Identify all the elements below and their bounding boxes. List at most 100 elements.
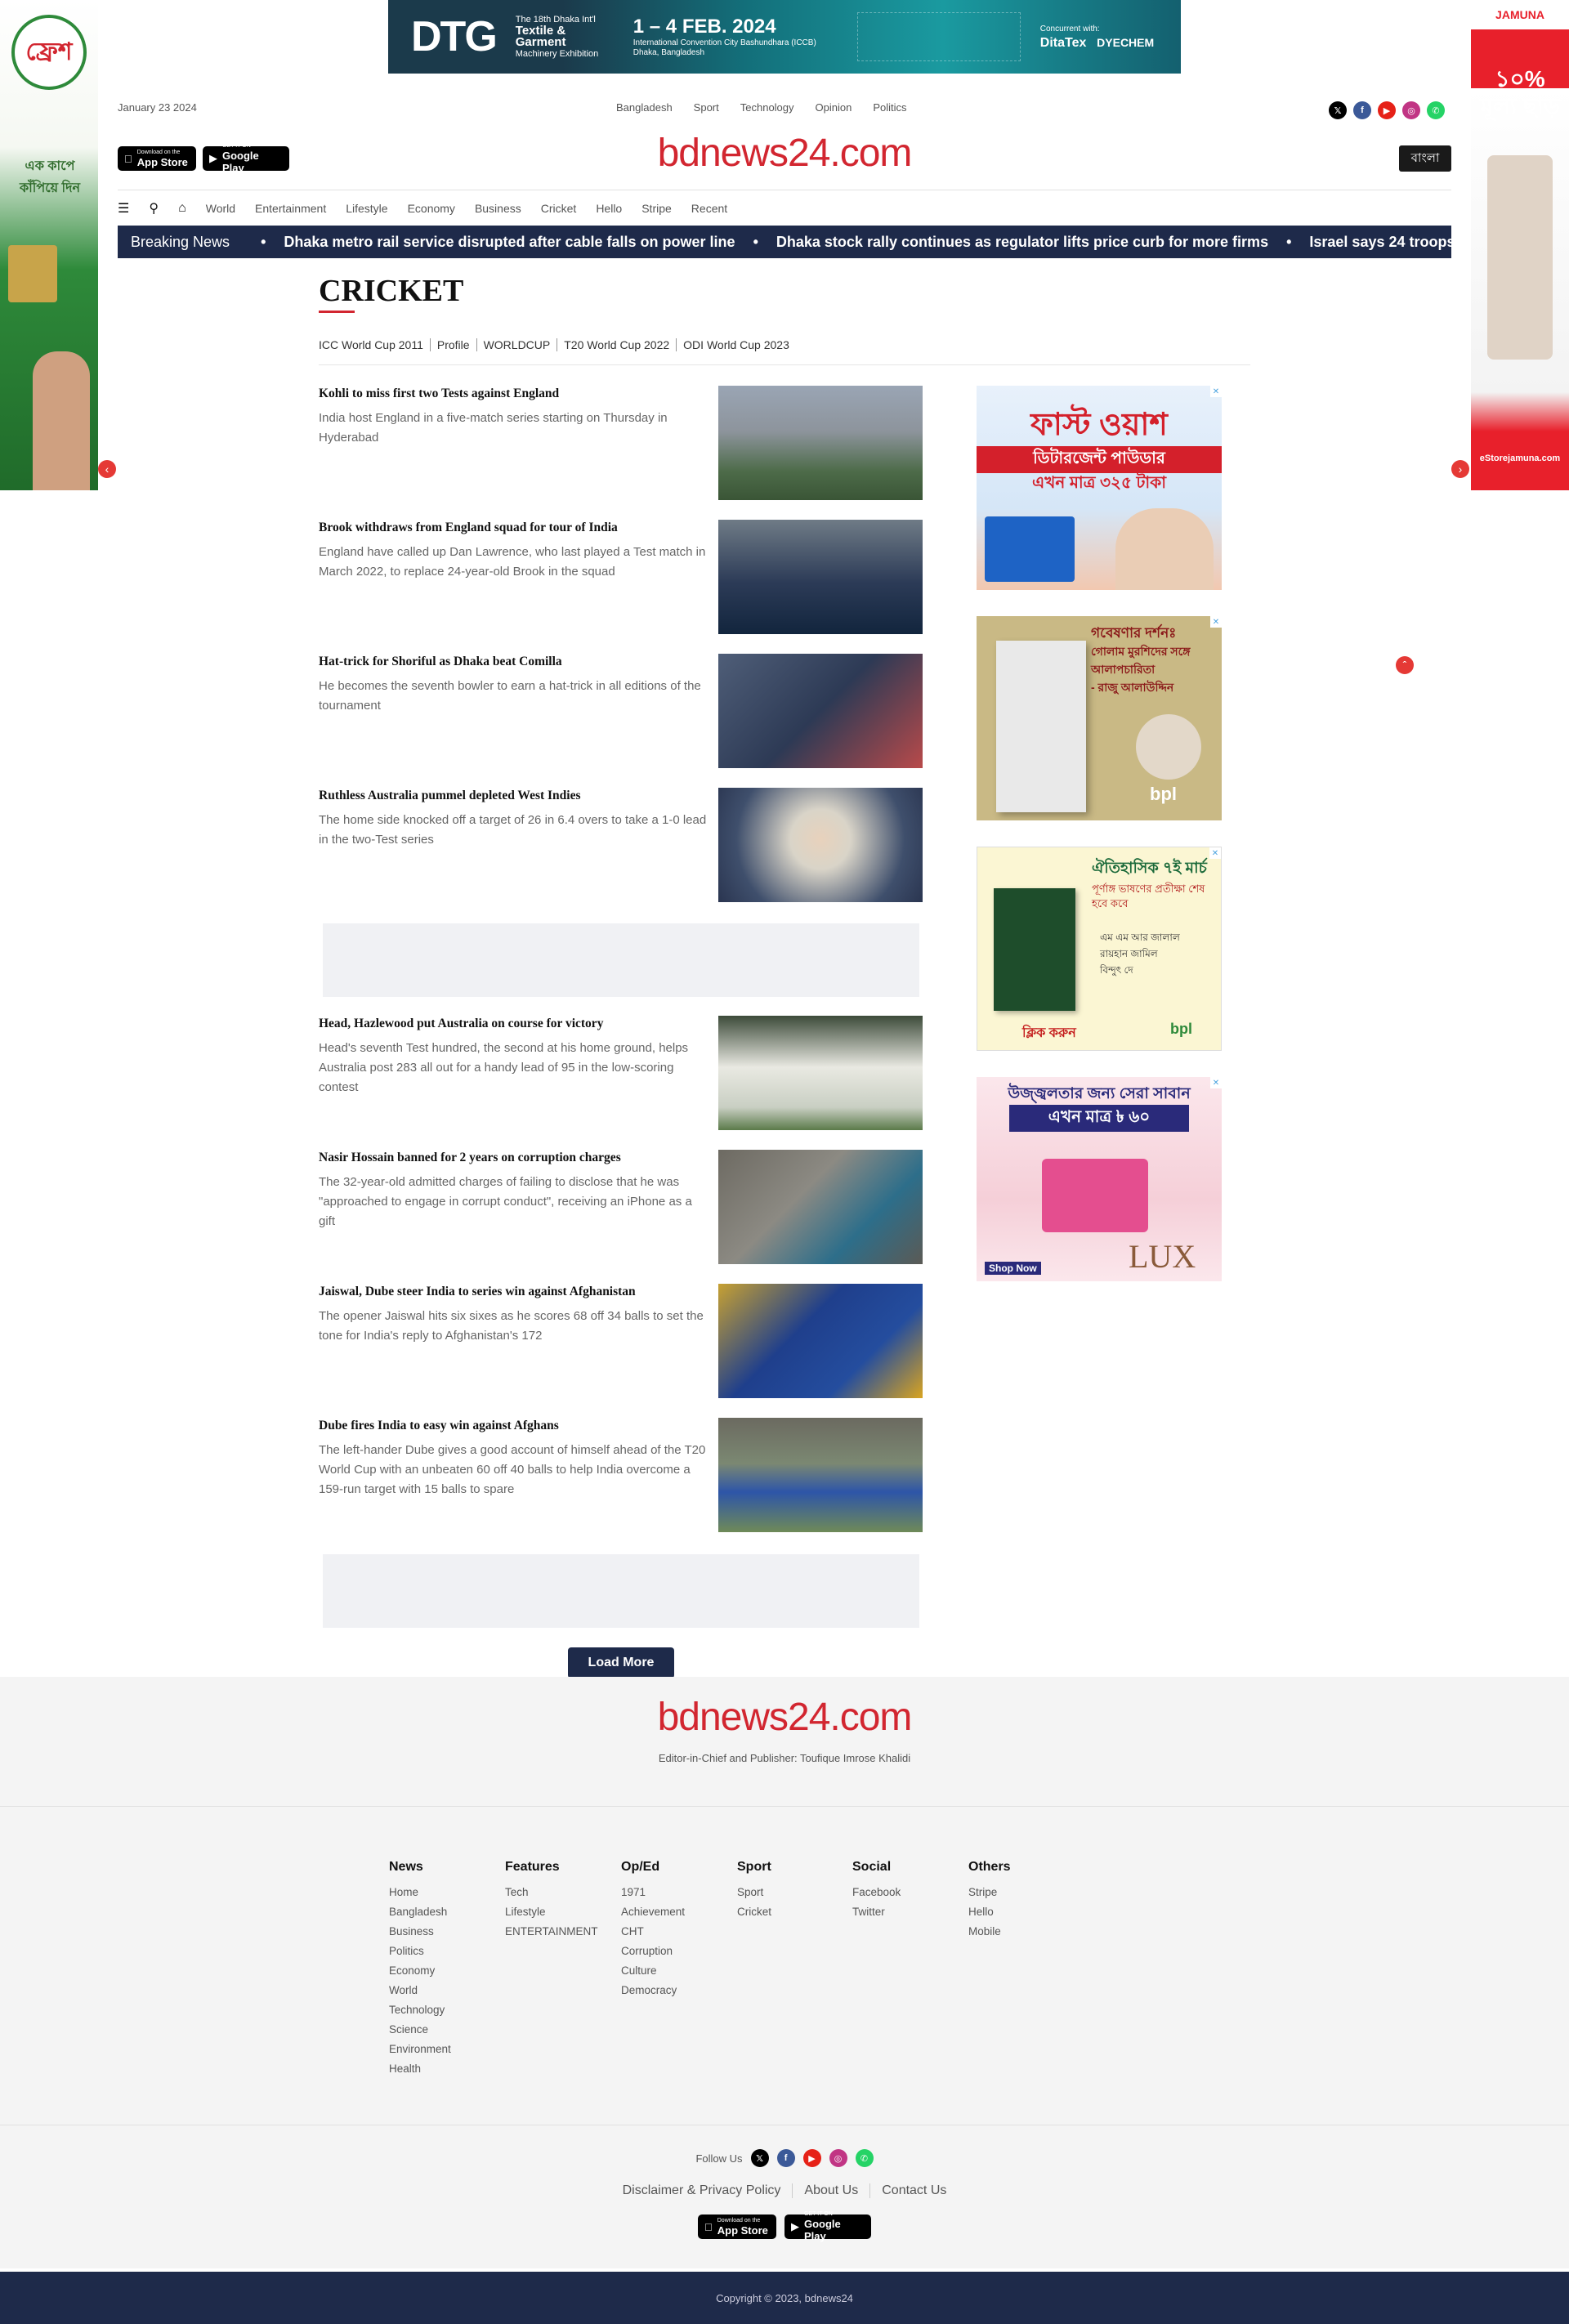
- sidebar-ad-book-2[interactable]: ✕ ঐতিহাসিক ৭ই মার্চ পূর্ণাঙ্গ ভাষণের প্র…: [977, 847, 1222, 1051]
- footer-link[interactable]: Culture: [621, 1961, 685, 1981]
- article-thumbnail[interactable]: [718, 1284, 923, 1398]
- right-side-ad[interactable]: JAMUNA ১০% মূল্য ছাড় eStorejamuna.com: [1471, 0, 1569, 490]
- contact-us-link[interactable]: Contact Us: [869, 2183, 958, 2198]
- tab-icc-world-cup-2011[interactable]: ICC World Cup 2011: [319, 338, 430, 351]
- ad-cta[interactable]: ক্লিক করুন: [1022, 1022, 1076, 1044]
- language-toggle-button[interactable]: বাংলা: [1399, 145, 1451, 172]
- whatsapp-icon[interactable]: ✆: [855, 2149, 874, 2167]
- disclaimer-link[interactable]: Disclaimer & Privacy Policy: [611, 2183, 793, 2198]
- footer-link[interactable]: Democracy: [621, 1981, 685, 2000]
- left-side-ad[interactable]: ফ্রেশ এক কাপে কাঁপিয়ে দিন: [0, 0, 98, 490]
- tab-profile[interactable]: Profile: [429, 338, 476, 351]
- article-thumbnail[interactable]: [718, 1150, 923, 1264]
- article-thumbnail[interactable]: [718, 1418, 923, 1532]
- footer-link[interactable]: Business: [389, 1922, 451, 1942]
- footer-link[interactable]: Tech: [505, 1883, 598, 1902]
- right-ad-close-icon[interactable]: ›: [1451, 460, 1469, 478]
- article-thumbnail[interactable]: [718, 1016, 923, 1130]
- nav-world[interactable]: World: [206, 202, 235, 215]
- instagram-icon[interactable]: ◎: [829, 2149, 847, 2167]
- load-more-button[interactable]: Load More: [568, 1647, 674, 1678]
- article-title[interactable]: Dube fires India to easy win against Afg…: [319, 1418, 707, 1434]
- x-icon[interactable]: 𝕏: [750, 2149, 769, 2167]
- ad-cta[interactable]: Shop Now: [985, 1262, 1041, 1275]
- article-thumbnail[interactable]: [718, 654, 923, 768]
- footer-link[interactable]: Economy: [389, 1961, 451, 1981]
- footer-link[interactable]: Bangladesh: [389, 1902, 451, 1922]
- breaking-news-item[interactable]: Israel says 24 troops kill: [1268, 234, 1451, 251]
- footer-link[interactable]: Health: [389, 2059, 451, 2079]
- footer-link[interactable]: Science: [389, 2020, 451, 2040]
- footer-link[interactable]: Achievement: [621, 1902, 685, 1922]
- nav-stripe[interactable]: Stripe: [641, 202, 672, 215]
- x-icon[interactable]: 𝕏: [1329, 101, 1347, 119]
- about-us-link[interactable]: About Us: [792, 2183, 869, 2198]
- nav-lifestyle[interactable]: Lifestyle: [346, 202, 387, 215]
- tab-t20-world-cup-2022[interactable]: T20 World Cup 2022: [557, 338, 676, 351]
- footer-link[interactable]: Mobile: [968, 1922, 1011, 1942]
- sidebar-ad-detergent[interactable]: ✕ ফাস্ট ওয়াশ ডিটারজেন্ট পাউডার এখন মাত্…: [977, 386, 1222, 590]
- top-banner-ad[interactable]: DTG The 18th Dhaka Int'l Textile & Garme…: [388, 0, 1181, 74]
- footer-logo[interactable]: bdnews24.com: [0, 1695, 1569, 1740]
- top-nav-bangladesh[interactable]: Bangladesh: [616, 101, 673, 114]
- top-nav-opinion[interactable]: Opinion: [816, 101, 852, 114]
- footer-link[interactable]: Hello: [968, 1902, 1011, 1922]
- article-thumbnail[interactable]: [718, 520, 923, 634]
- article-title[interactable]: Nasir Hossain banned for 2 years on corr…: [319, 1150, 707, 1166]
- tab-odi-world-cup-2023[interactable]: ODI World Cup 2023: [676, 338, 796, 351]
- facebook-icon[interactable]: f: [776, 2149, 795, 2167]
- site-logo[interactable]: bdnews24.com: [0, 131, 1569, 176]
- sidebar-ad-book-1[interactable]: ✕ গবেষণার দর্শনঃ গোলাম মুরশিদের সঙ্গে আল…: [977, 616, 1222, 820]
- ad-choices-icon[interactable]: ✕: [1210, 386, 1222, 397]
- nav-economy[interactable]: Economy: [408, 202, 455, 215]
- article-title[interactable]: Jaiswal, Dube steer India to series win …: [319, 1284, 707, 1300]
- nav-recent[interactable]: Recent: [691, 202, 727, 215]
- footer-link[interactable]: Twitter: [852, 1902, 901, 1922]
- top-nav-politics[interactable]: Politics: [873, 101, 906, 114]
- breaking-news-item[interactable]: Dhaka stock rally continues as regulator…: [735, 234, 1268, 251]
- search-icon[interactable]: ⚲: [149, 200, 159, 217]
- footer-link[interactable]: Environment: [389, 2040, 451, 2059]
- article-thumbnail[interactable]: [718, 788, 923, 902]
- footer-link[interactable]: Cricket: [737, 1902, 771, 1922]
- article-title[interactable]: Hat-trick for Shoriful as Dhaka beat Com…: [319, 654, 707, 670]
- article-item[interactable]: Jaiswal, Dube steer India to series win …: [319, 1284, 923, 1400]
- footer-link[interactable]: Facebook: [852, 1883, 901, 1902]
- article-item[interactable]: Nasir Hossain banned for 2 years on corr…: [319, 1150, 923, 1266]
- app-store-button[interactable]:  Download on theApp Store: [698, 2215, 776, 2239]
- instagram-icon[interactable]: ◎: [1402, 101, 1420, 119]
- youtube-icon[interactable]: ▶: [802, 2149, 821, 2167]
- footer-link[interactable]: World: [389, 1981, 451, 2000]
- footer-link[interactable]: Sport: [737, 1883, 771, 1902]
- facebook-icon[interactable]: f: [1353, 101, 1371, 119]
- article-title[interactable]: Brook withdraws from England squad for t…: [319, 520, 707, 536]
- footer-link[interactable]: Corruption: [621, 1942, 685, 1961]
- breaking-news-item[interactable]: Dhaka metro rail service disrupted after…: [243, 234, 735, 251]
- footer-link[interactable]: 1971: [621, 1883, 685, 1902]
- youtube-icon[interactable]: ▶: [1378, 101, 1396, 119]
- article-item[interactable]: Ruthless Australia pummel depleted West …: [319, 788, 923, 904]
- footer-link[interactable]: Politics: [389, 1942, 451, 1961]
- footer-link[interactable]: CHT: [621, 1922, 685, 1942]
- article-item[interactable]: Kohli to miss first two Tests against En…: [319, 386, 923, 502]
- nav-hello[interactable]: Hello: [596, 202, 622, 215]
- article-title[interactable]: Kohli to miss first two Tests against En…: [319, 386, 707, 402]
- article-item[interactable]: Dube fires India to easy win against Afg…: [319, 1418, 923, 1534]
- left-ad-close-icon[interactable]: ‹: [98, 460, 116, 478]
- ad-choices-icon[interactable]: ✕: [1209, 847, 1221, 859]
- footer-link[interactable]: Lifestyle: [505, 1902, 598, 1922]
- footer-link[interactable]: Technology: [389, 2000, 451, 2020]
- nav-entertainment[interactable]: Entertainment: [255, 202, 326, 215]
- tab-worldcup[interactable]: WORLDCUP: [476, 338, 557, 351]
- top-nav-sport[interactable]: Sport: [694, 101, 719, 114]
- whatsapp-icon[interactable]: ✆: [1427, 101, 1445, 119]
- footer-link[interactable]: Stripe: [968, 1883, 1011, 1902]
- scroll-top-button[interactable]: ˆ: [1396, 656, 1414, 674]
- footer-link[interactable]: Home: [389, 1883, 451, 1902]
- article-item[interactable]: Head, Hazlewood put Australia on course …: [319, 1016, 923, 1132]
- sidebar-ad-soap[interactable]: ✕ উজ্জ্বলতার জন্য সেরা সাবান এখন মাত্র ৳…: [977, 1077, 1222, 1281]
- article-title[interactable]: Ruthless Australia pummel depleted West …: [319, 788, 707, 804]
- article-thumbnail[interactable]: [718, 386, 923, 500]
- article-item[interactable]: Brook withdraws from England squad for t…: [319, 520, 923, 636]
- nav-business[interactable]: Business: [475, 202, 521, 215]
